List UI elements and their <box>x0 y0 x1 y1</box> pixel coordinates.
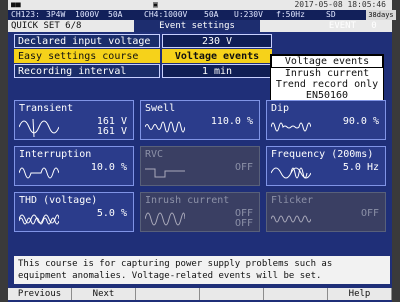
card-name: Inrush current <box>145 195 230 206</box>
wiring-label: 3P4W <box>46 10 66 19</box>
card-values: OFF <box>360 208 379 219</box>
status-bar-measure: CH123: 3P4W 1000V 50A CH4:1000V 50A U:23… <box>8 10 392 20</box>
flicker-wave-icon <box>271 215 311 223</box>
frequency-label: f:50Hz <box>276 10 305 19</box>
title-bar: QUICK SET 6/8 Event settings EVENT 0 <box>8 20 392 32</box>
card-values: 5.0 % <box>96 208 127 219</box>
ch4-current: 50A <box>204 10 219 19</box>
setting-easy-course[interactable]: Easy settings course Voltage events <box>14 49 272 63</box>
card-rvc[interactable]: RVC OFF <box>140 146 260 186</box>
event-label: EVENT <box>328 21 356 31</box>
setting-label: Recording interval <box>14 64 160 78</box>
card-name: THD (voltage) <box>19 195 98 206</box>
softkey-bar: Previous Next Help <box>8 288 392 300</box>
card-name: Transient <box>19 103 74 114</box>
option-inrush-current[interactable]: Inrush current <box>271 68 383 79</box>
card-flicker[interactable]: Flicker OFF <box>266 192 386 232</box>
nominal-voltage: U:230V <box>234 10 263 19</box>
card-values: 161 V 161 V <box>96 116 127 137</box>
card-dip[interactable]: Dip 90.0 % <box>266 100 386 140</box>
right-bezel <box>392 0 400 302</box>
softkey-4[interactable] <box>200 288 264 300</box>
interruption-wave-icon <box>19 167 59 179</box>
card-name: Frequency (200ms) <box>271 149 374 160</box>
channel-label: CH123: <box>11 10 40 19</box>
help-button[interactable]: Help <box>328 288 392 300</box>
dip-wave-icon <box>271 122 311 132</box>
sd-label: SD <box>326 10 336 19</box>
card-thd[interactable]: THD (voltage) 5.0 % <box>14 192 134 232</box>
card-values: 90.0 % <box>342 116 379 127</box>
ch4-label: CH4:1000V <box>144 10 188 19</box>
current-range: 50A <box>108 10 123 19</box>
next-button[interactable]: Next <box>72 288 136 300</box>
inrush-wave-icon <box>145 212 185 226</box>
swell-wave-icon <box>145 121 185 133</box>
quick-set-label: QUICK SET 6/8 <box>11 21 82 31</box>
event-count: 0 <box>371 21 377 31</box>
option-voltage-events[interactable]: Voltage events <box>271 55 383 68</box>
card-values: 110.0 % <box>210 116 253 127</box>
description-box: This course is for capturing power suppl… <box>14 256 390 284</box>
rvc-wave-icon <box>145 168 185 178</box>
datetime: 2017-05-08 18:05:46 <box>294 0 386 9</box>
transient-wave-icon <box>19 118 59 138</box>
instrument-screen: ■■ ▣ 2017-05-08 18:05:46 CH123: 3P4W 100… <box>0 0 400 302</box>
course-dropdown[interactable]: Voltage events Inrush current Trend reco… <box>270 54 384 102</box>
battery-icon: ■■ <box>11 0 21 9</box>
days-remaining: 38days <box>366 10 396 20</box>
card-name: Dip <box>271 103 290 114</box>
card-values: OFF <box>234 162 253 173</box>
setting-value[interactable]: Voltage events <box>162 49 272 63</box>
setting-label: Declared input voltage <box>14 34 160 48</box>
softkey-3[interactable] <box>136 288 200 300</box>
card-transient[interactable]: Transient 161 V 161 V <box>14 100 134 140</box>
card-swell[interactable]: Swell 110.0 % <box>140 100 260 140</box>
sd-card-icon: ▣ <box>153 0 158 9</box>
settings-panel: Declared input voltage 230 V Easy settin… <box>14 34 272 79</box>
card-interruption[interactable]: Interruption 10.0 % <box>14 146 134 186</box>
left-bezel <box>0 0 8 302</box>
setting-value[interactable]: 230 V <box>162 34 272 48</box>
setting-label: Easy settings course <box>14 49 160 63</box>
card-name: RVC <box>145 149 164 160</box>
voltage-range: 1000V <box>75 10 100 19</box>
card-name: Swell <box>145 103 176 114</box>
setting-declared-voltage[interactable]: Declared input voltage 230 V <box>14 34 272 48</box>
card-name: Interruption <box>19 149 92 160</box>
frequency-wave-icon <box>271 167 311 179</box>
option-trend-record-only[interactable]: Trend record only <box>271 79 383 90</box>
card-values: OFF OFF <box>234 208 253 229</box>
card-values: 5.0 Hz <box>342 162 379 173</box>
card-frequency[interactable]: Frequency (200ms) 5.0 Hz <box>266 146 386 186</box>
thd-wave-icon <box>19 214 59 225</box>
softkey-5[interactable] <box>264 288 328 300</box>
status-bar-top: ■■ ▣ 2017-05-08 18:05:46 <box>8 0 392 10</box>
screen-title: Event settings <box>134 20 260 32</box>
previous-button[interactable]: Previous <box>8 288 72 300</box>
card-inrush-current[interactable]: Inrush current OFF OFF <box>140 192 260 232</box>
card-name: Flicker <box>271 195 314 206</box>
setting-value[interactable]: 1 min <box>162 64 272 78</box>
card-values: 10.0 % <box>90 162 127 173</box>
setting-recording-interval[interactable]: Recording interval 1 min <box>14 64 272 78</box>
